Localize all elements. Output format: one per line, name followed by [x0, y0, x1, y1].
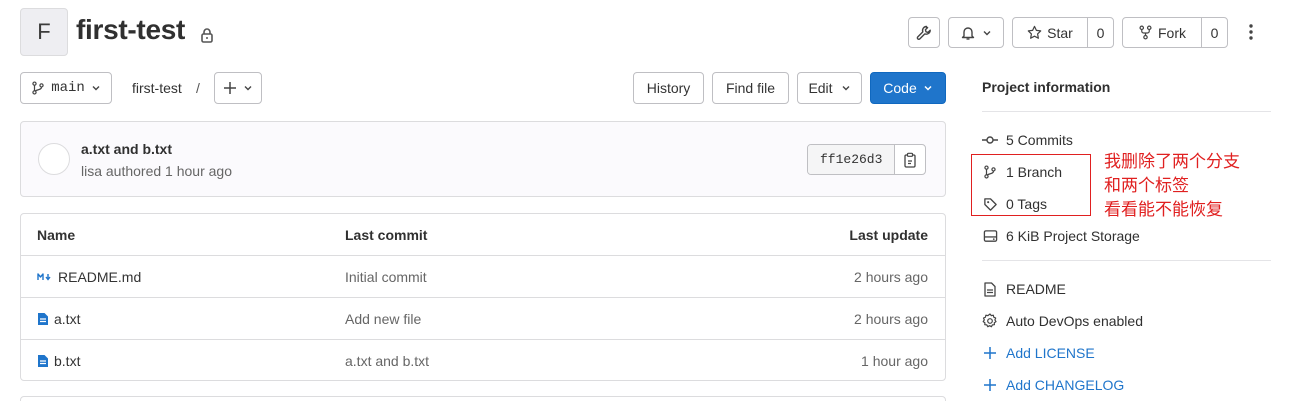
chevron-down-icon: [91, 83, 101, 93]
commit-icon: [982, 135, 998, 145]
commit-meta: lisa authored 1 hour ago: [81, 163, 232, 179]
file-name[interactable]: a.txt: [54, 311, 80, 327]
sidebar-divider: [982, 260, 1271, 261]
storage-link[interactable]: 6 KiB Project Storage: [982, 226, 1140, 246]
lock-icon: [200, 27, 214, 43]
file-last-commit[interactable]: Initial commit: [345, 269, 427, 285]
chevron-down-icon: [982, 28, 992, 38]
header-name: Name: [37, 227, 76, 243]
clipboard-icon: [903, 152, 917, 168]
annotation-line: 我删除了两个分支: [1104, 152, 1240, 172]
readme-panel-edge: [20, 396, 946, 401]
annotation-line: 看看能不能恢复: [1104, 200, 1223, 220]
plus-icon: [223, 81, 237, 95]
annotation-line: 和两个标签: [1104, 176, 1189, 196]
storage-size: 6 KiB Project Storage: [1006, 228, 1140, 244]
file-name-cell: README.md: [37, 269, 141, 285]
add-changelog-link[interactable]: Add CHANGELOG: [982, 375, 1124, 395]
table-row[interactable]: b.txt a.txt and b.txt 1 hour ago: [21, 340, 945, 380]
breadcrumb-project[interactable]: first-test: [132, 80, 182, 96]
file-last-update: 2 hours ago: [854, 311, 928, 327]
file-tree-table: Name Last commit Last update README.md I…: [20, 213, 946, 381]
history-label: History: [646, 80, 691, 96]
project-avatar: F: [20, 8, 68, 56]
table-row[interactable]: a.txt Add new file 2 hours ago: [21, 298, 945, 340]
readme-label: README: [1006, 281, 1066, 297]
edit-button[interactable]: Edit: [797, 72, 862, 104]
more-actions-icon[interactable]: [1243, 22, 1259, 42]
project-title[interactable]: first-test: [76, 14, 185, 46]
project-information-title: Project information: [982, 79, 1111, 95]
star-label: Star: [1047, 24, 1073, 41]
markdown-icon: [37, 272, 53, 282]
file-name[interactable]: b.txt: [54, 353, 80, 369]
gear-icon: [982, 313, 998, 329]
file-icon: [37, 312, 49, 326]
breadcrumb-separator: /: [196, 80, 200, 96]
code-label: Code: [883, 80, 917, 96]
star-icon: [1027, 25, 1042, 40]
code-button[interactable]: Code: [870, 72, 946, 104]
star-button[interactable]: Star 0: [1012, 17, 1114, 48]
file-name-cell: b.txt: [37, 353, 80, 369]
file-name-cell: a.txt: [37, 311, 80, 327]
storage-icon: [982, 229, 998, 243]
commit-sha-group: ff1e26d3: [807, 144, 927, 175]
branch-selector[interactable]: main: [20, 72, 112, 104]
project-avatar-letter: F: [37, 19, 51, 44]
add-to-tree-button[interactable]: [214, 72, 262, 104]
file-last-commit[interactable]: a.txt and b.txt: [345, 353, 429, 369]
file-name[interactable]: README.md: [58, 269, 141, 285]
file-last-commit[interactable]: Add new file: [345, 311, 421, 327]
branch-icon: [31, 81, 45, 95]
wrench-icon: [916, 25, 932, 41]
file-last-update: 1 hour ago: [861, 353, 928, 369]
file-icon: [37, 354, 49, 368]
commit-sha[interactable]: ff1e26d3: [808, 145, 896, 174]
last-commit-panel: a.txt and b.txt lisa authored 1 hour ago…: [20, 121, 946, 197]
chevron-down-icon: [923, 83, 933, 93]
notifications-button[interactable]: [948, 17, 1004, 48]
table-header-row: Name Last commit Last update: [21, 214, 945, 256]
history-button[interactable]: History: [633, 72, 704, 104]
copy-sha-button[interactable]: [895, 145, 925, 174]
auto-devops-link[interactable]: Auto DevOps enabled: [982, 311, 1143, 331]
commits-count: 5 Commits: [1006, 132, 1073, 148]
annotation-note: 我删除了两个分支 和两个标签 看看能不能恢复: [1104, 150, 1240, 222]
fork-icon: [1138, 25, 1153, 40]
star-count[interactable]: 0: [1087, 18, 1113, 47]
annotation-highlight-box: [971, 154, 1091, 216]
chevron-down-icon: [841, 83, 851, 93]
edit-label: Edit: [808, 80, 833, 96]
header-last-commit: Last commit: [345, 227, 428, 243]
add-changelog-label: Add CHANGELOG: [1006, 377, 1125, 393]
fork-button[interactable]: Fork 0: [1122, 17, 1228, 48]
header-last-update: Last update: [849, 227, 928, 243]
commits-link[interactable]: 5 Commits: [982, 130, 1073, 150]
sidebar-divider: [982, 111, 1271, 112]
fork-label: Fork: [1158, 24, 1186, 41]
plus-icon: [982, 378, 998, 392]
add-license-link[interactable]: Add LICENSE: [982, 343, 1095, 363]
settings-button[interactable]: [908, 17, 940, 48]
readme-link[interactable]: README: [982, 279, 1066, 299]
bell-icon: [960, 25, 976, 41]
document-icon: [982, 281, 998, 297]
add-license-label: Add LICENSE: [1006, 345, 1095, 361]
plus-icon: [982, 346, 998, 360]
chevron-down-icon: [243, 83, 253, 93]
branch-name: main: [51, 80, 85, 96]
author-avatar[interactable]: [38, 143, 70, 175]
file-last-update: 2 hours ago: [854, 269, 928, 285]
table-row[interactable]: README.md Initial commit 2 hours ago: [21, 256, 945, 298]
auto-devops-label: Auto DevOps enabled: [1006, 313, 1143, 329]
fork-count[interactable]: 0: [1201, 18, 1227, 47]
commit-title[interactable]: a.txt and b.txt: [81, 141, 172, 157]
find-file-label: Find file: [725, 80, 776, 96]
find-file-button[interactable]: Find file: [712, 72, 789, 104]
